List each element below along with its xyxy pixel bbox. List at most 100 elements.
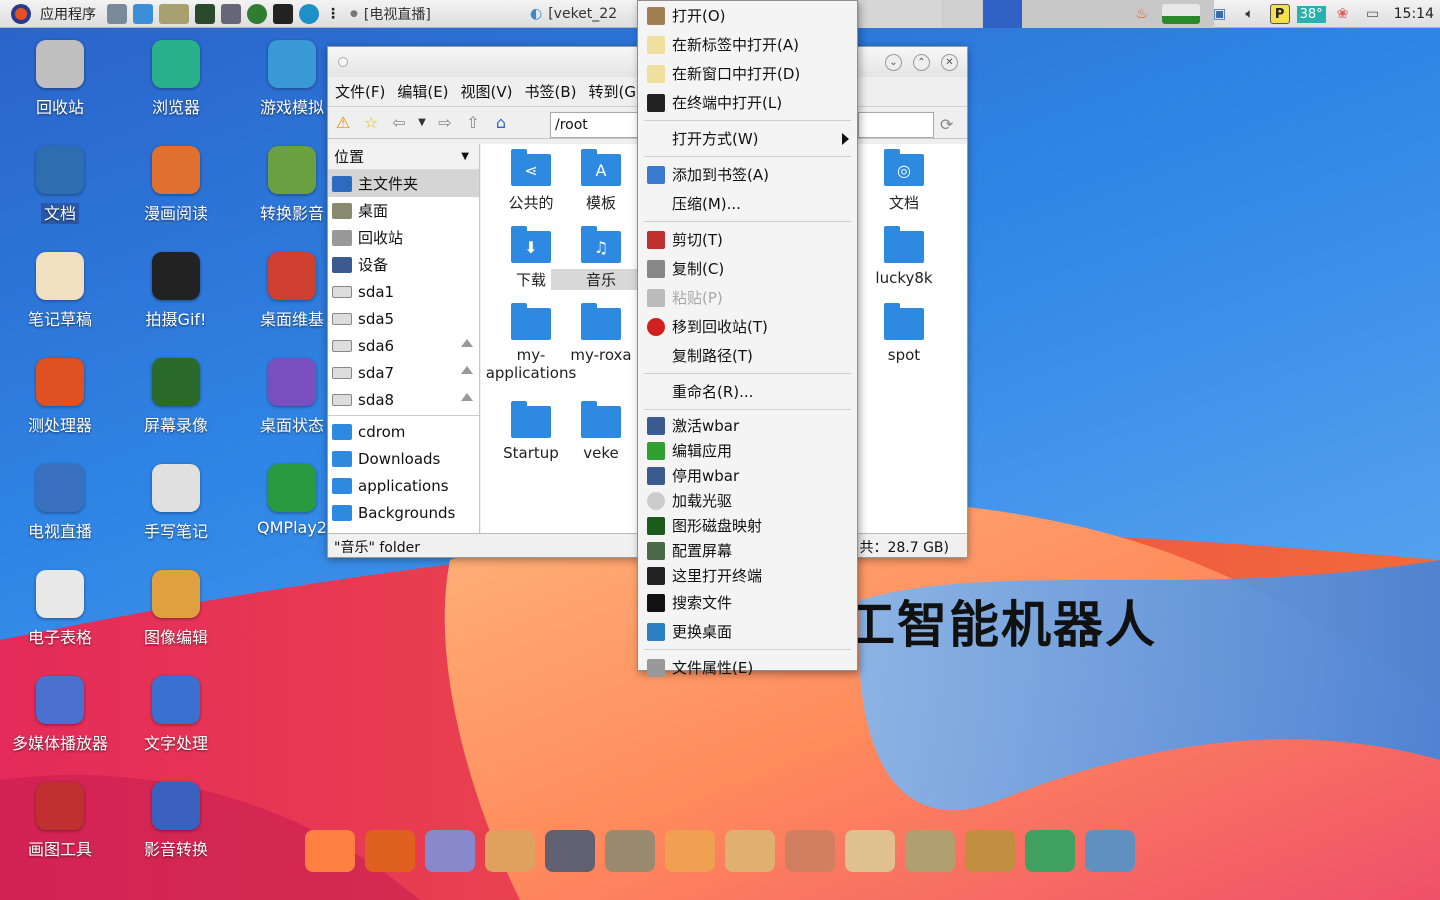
context-menu-item[interactable]: 加载光驱 [638,488,857,513]
sidebar-item-设备[interactable]: 设备 [328,251,479,278]
context-menu-item[interactable]: 在新标签中打开(A) [638,30,857,59]
task-tv-live[interactable]: ● [电视直播] [344,2,524,26]
context-menu-item[interactable]: 文件属性(E) [638,653,857,682]
desktop-icon-documents-folder[interactable]: 文档 [2,146,118,224]
desktop-icon-cpu-test[interactable]: 测处理器 [2,358,118,436]
sidebar-item-sda5[interactable]: sda5 [328,305,479,332]
context-menu-item[interactable]: 更换桌面 [638,617,857,646]
eject-icon[interactable] [461,393,473,401]
desktop-icon-notes[interactable]: 笔记草稿 [2,252,118,330]
forward-button[interactable]: ⇨ [434,112,456,134]
bookmark-item[interactable]: applications [328,472,479,499]
context-menu-item[interactable]: 复制路径(T) [638,341,857,370]
places-header[interactable]: 位置 ▼ [328,144,479,170]
photo-icon[interactable] [159,3,189,24]
sidebar-item-回收站[interactable]: 回收站 [328,224,479,251]
dock-app-icon[interactable] [665,830,715,872]
dock-app-icon[interactable] [545,830,595,872]
desktop-icon-trash[interactable]: 回收站 [2,40,118,118]
context-menu-item[interactable]: 在新窗口中打开(D) [638,59,857,88]
flame-icon[interactable]: ♨ [1132,4,1152,24]
p-icon[interactable]: P [1269,4,1290,24]
bookmark-star-icon[interactable]: ☆ [360,112,382,134]
context-menu-item[interactable]: 在终端中打开(L) [638,88,857,117]
up-button[interactable]: ⇧ [462,112,484,134]
menu-item[interactable]: 书签(B) [525,81,577,102]
maximize-button[interactable]: ⌃ [913,54,930,71]
network-graph-icon[interactable] [1161,4,1200,24]
start-menu-button[interactable]: 应用程序 [0,0,104,28]
brush-icon[interactable] [107,3,127,24]
dock-app-icon[interactable] [845,830,895,872]
eject-icon[interactable] [461,339,473,347]
settings-icon[interactable] [221,3,241,24]
dock-app-icon[interactable] [965,830,1015,872]
context-menu-item[interactable]: 配置屏幕 [638,538,857,563]
context-menu-item[interactable]: 搜索文件 [638,588,857,617]
file-item[interactable]: ♫ 音乐 [551,226,651,290]
dock-app-icon[interactable] [305,830,355,872]
close-button[interactable]: ✕ [941,54,958,71]
bookmark-item[interactable]: cdrom [328,418,479,445]
desktop-icon-media-player[interactable]: 多媒体播放器 [2,676,118,754]
context-menu-item[interactable]: 打开(O) [638,1,857,30]
sidebar-item-桌面[interactable]: 桌面 [328,197,479,224]
drive-tray-icon[interactable]: ▭ [1363,4,1383,24]
more-icon[interactable]: ⋮ [326,6,340,22]
file-item[interactable]: spot [854,303,954,364]
desktop-icon-palette[interactable]: 图像编辑 [118,570,234,648]
sidebar-item-主文件夹[interactable]: 主文件夹 [328,170,479,197]
desktop-icon-paint[interactable]: 画图工具 [2,782,118,860]
volume-icon[interactable]: 🔈︎ [1240,4,1260,24]
context-menu-item[interactable]: 重命名(R)... [638,377,857,406]
context-menu-item[interactable]: 激活wbar [638,413,857,438]
desktop-icon-screen-record[interactable]: 屏幕录像 [118,358,234,436]
minimize-button[interactable]: ⌄ [885,54,902,71]
menu-item[interactable]: 视图(V) [461,81,513,102]
menu-item[interactable]: 转到(G [589,81,636,102]
bookmark-item[interactable]: Downloads [328,445,479,472]
terminal-icon[interactable] [273,3,293,24]
menu-item[interactable]: 文件(F) [335,81,385,102]
file-manager-icon[interactable] [133,3,153,24]
dock-app-icon[interactable] [1085,830,1135,872]
desktop-icon-spreadsheet[interactable]: 电子表格 [2,570,118,648]
network-icon[interactable]: ▣ [1210,4,1230,24]
dock-app-icon[interactable] [785,830,835,872]
context-menu-item[interactable]: 复制(C) [638,254,857,283]
sidebar-item-sda1[interactable]: sda1 [328,278,479,305]
dock-app-icon[interactable] [365,830,415,872]
weather-icon[interactable]: ❀ [1333,4,1353,24]
file-item[interactable]: A 模板 [551,149,651,213]
menu-item[interactable]: 编辑(E) [397,81,448,102]
home-icon[interactable]: ⌂ [490,112,512,134]
context-menu-item[interactable]: 图形磁盘映射 [638,513,857,538]
task-veket[interactable]: ◐ [veket_22 [524,2,624,26]
context-menu-item[interactable]: 剪切(T) [638,225,857,254]
workspace-3[interactable] [982,0,1022,28]
sidebar-item-sda6[interactable]: sda6 [328,332,479,359]
sidebar-item-sda8[interactable]: sda8 [328,386,479,413]
file-item[interactable]: lucky8k [854,226,954,287]
desktop-icon-handwriting[interactable]: 手写笔记 [118,464,234,542]
context-menu-item[interactable]: 移到回收站(T) [638,312,857,341]
desktop-icon-video-convert[interactable]: 影音转换 [118,782,234,860]
desktop-icon-camera[interactable]: 拍摄Gif! [118,252,234,330]
eject-icon[interactable] [461,366,473,374]
dock-app-icon[interactable] [1025,830,1075,872]
bookmark-item[interactable]: Backgrounds [328,499,479,526]
desktop-icon-tv[interactable]: 电视直播 [2,464,118,542]
context-menu-item[interactable]: 打开方式(W) [638,124,857,153]
context-menu-item[interactable]: 编辑应用 [638,438,857,463]
file-item[interactable]: my-roxa [551,303,651,364]
dock-app-icon[interactable] [905,830,955,872]
context-menu-item[interactable]: 添加到书签(A) [638,160,857,189]
refresh-icon[interactable]: ⟳ [940,115,953,134]
dock-app-icon[interactable] [725,830,775,872]
desktop-icon-word-processor[interactable]: 文字处理 [118,676,234,754]
desktop-icon-globe[interactable]: 浏览器 [118,40,234,118]
player-icon[interactable] [247,3,267,24]
workspace-4[interactable] [1022,0,1086,28]
context-menu-item[interactable]: 这里打开终端 [638,563,857,588]
workspace-1[interactable] [858,0,942,28]
